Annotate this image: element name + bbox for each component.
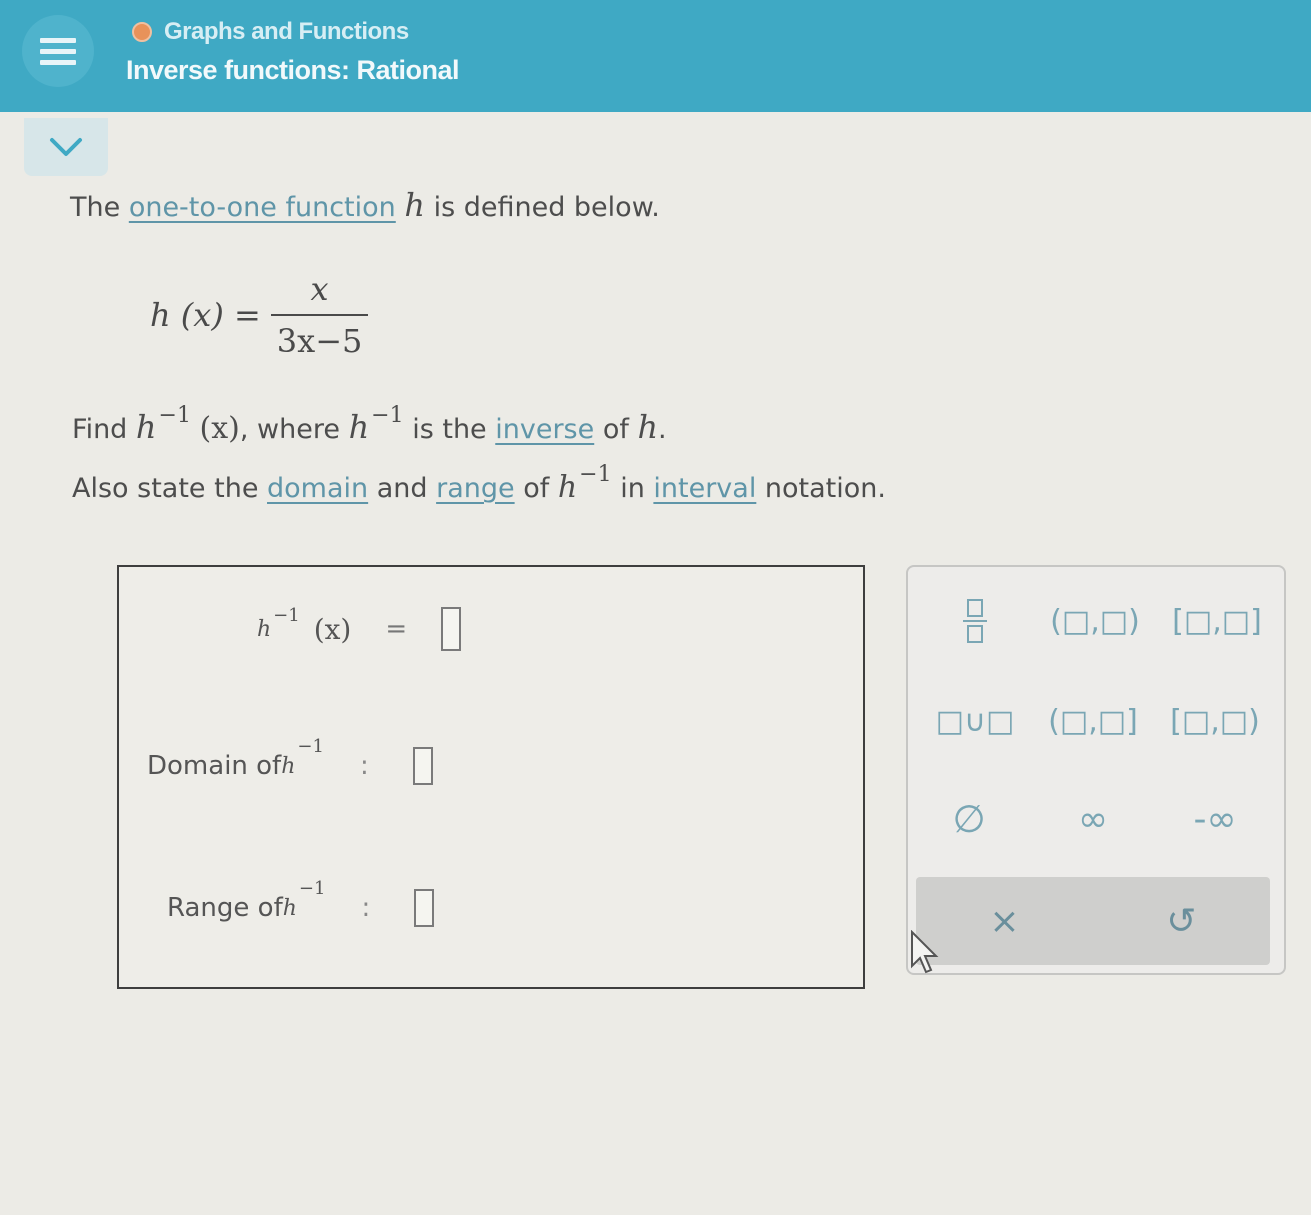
menu-icon — [40, 37, 76, 43]
answer-panel: h −1 (x) = Domain of h −1 : Range of h −1 : — [117, 565, 865, 989]
menu-button[interactable] — [22, 15, 94, 87]
negative-infinity-key[interactable]: -∞ — [1160, 789, 1270, 849]
domain-range-instruction: Also state the domain and range of h−1 i… — [72, 462, 886, 505]
range-link[interactable]: range — [436, 473, 515, 504]
fraction-key[interactable] — [920, 591, 1030, 651]
empty-set-key[interactable]: ∅ — [914, 789, 1024, 849]
undo-icon: ↺ — [1166, 900, 1197, 942]
range-input[interactable] — [414, 889, 435, 927]
domain-input[interactable] — [412, 747, 433, 785]
top-bar: Graphs and Functions Inverse functions: … — [0, 0, 1311, 112]
domain-link[interactable]: domain — [267, 473, 368, 504]
collapse-button[interactable] — [24, 118, 108, 176]
closed-open-interval-key[interactable]: [□,□) — [1160, 691, 1270, 751]
palette-actions: × ↺ — [916, 877, 1270, 965]
function-definition: h (x) = x 3x−5 — [150, 270, 369, 360]
page-title: Inverse functions: Rational — [126, 55, 460, 85]
breadcrumb: Graphs and Functions — [132, 18, 409, 46]
mouse-cursor-icon — [911, 930, 939, 974]
fraction-icon — [963, 599, 987, 643]
close-icon: × — [989, 900, 1020, 942]
math-palette: (□,□) [□,□] □∪□ (□,□] [□,□) ∅ ∞ -∞ × ↺ — [906, 565, 1286, 975]
problem-statement: The one-to-one function h is defined bel… — [70, 186, 660, 224]
open-closed-interval-key[interactable]: (□,□] — [1038, 691, 1148, 751]
progress-dot-icon — [132, 22, 152, 42]
union-key[interactable]: □∪□ — [920, 691, 1030, 751]
fraction: x 3x−5 — [270, 270, 369, 360]
domain-answer-row: Domain of h −1 : — [147, 736, 433, 785]
clear-button[interactable]: × — [916, 877, 1093, 965]
inverse-link[interactable]: inverse — [495, 414, 594, 445]
inverse-answer-row: h −1 (x) = — [257, 605, 462, 651]
undo-button[interactable]: ↺ — [1093, 877, 1270, 965]
find-inverse-instruction: Find h−1 (x), where h−1 is the inverse o… — [72, 403, 667, 446]
one-to-one-function-link[interactable]: one-to-one function — [129, 192, 396, 223]
open-open-interval-key[interactable]: (□,□) — [1040, 591, 1150, 651]
inverse-input[interactable] — [441, 607, 462, 651]
range-answer-row: Range of h −1 : — [167, 878, 435, 927]
interval-link[interactable]: interval — [653, 473, 756, 504]
infinity-key[interactable]: ∞ — [1038, 789, 1148, 849]
closed-closed-interval-key[interactable]: [□,□] — [1162, 591, 1272, 651]
chevron-down-icon — [50, 138, 82, 156]
